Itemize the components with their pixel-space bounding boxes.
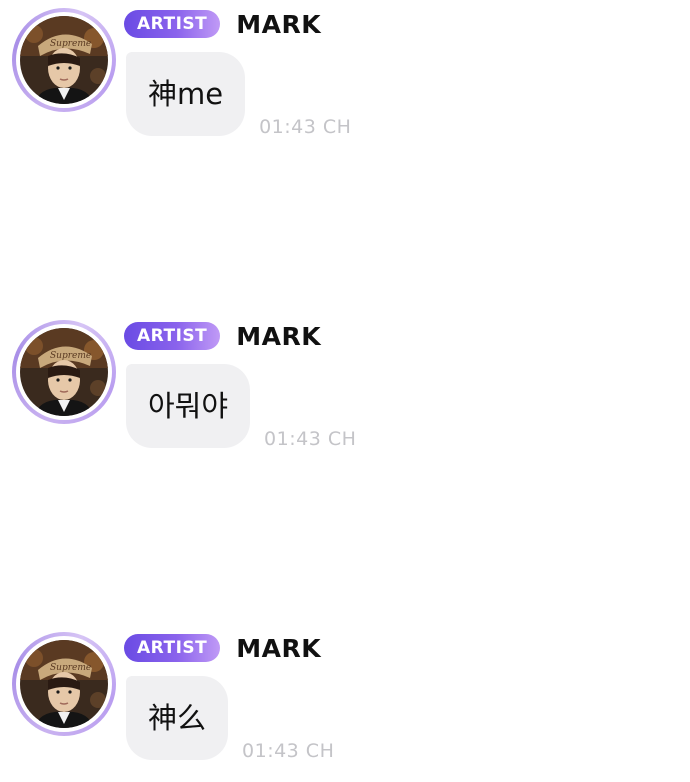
message-bubble[interactable]: 神me xyxy=(126,52,246,136)
chat-message: ARTIST MARK 神me 01:43 CH xyxy=(0,0,690,140)
avatar-photo-icon xyxy=(20,16,108,104)
message-timestamp: 01:43 CH xyxy=(259,116,352,138)
artist-badge: ARTIST xyxy=(124,634,221,662)
message-timestamp: 01:43 CH xyxy=(264,428,357,450)
artist-badge: ARTIST xyxy=(124,10,221,38)
bubble-row: 아뭐야 01:43 CH xyxy=(126,364,357,450)
avatar-photo-icon xyxy=(20,640,108,728)
sender-name: MARK xyxy=(236,321,322,351)
message-timestamp: 01:43 CH xyxy=(242,740,335,762)
message-bubble[interactable]: 아뭐야 xyxy=(126,364,251,448)
sender-name: MARK xyxy=(236,633,322,663)
bubble-row: 神me 01:43 CH xyxy=(126,52,352,138)
bubble-row: 神么 01:43 CH xyxy=(126,676,335,762)
sender-name: MARK xyxy=(236,9,322,39)
avatar[interactable] xyxy=(16,324,112,420)
chat-message: ARTIST MARK 아뭐야 01:43 CH xyxy=(0,312,690,452)
message-bubble[interactable]: 神么 xyxy=(126,676,229,760)
message-header: ARTIST MARK xyxy=(124,321,321,351)
artist-badge: ARTIST xyxy=(124,322,221,350)
chat-message: ARTIST MARK 神么 01:43 CH xyxy=(0,624,690,764)
message-header: ARTIST MARK xyxy=(124,633,321,663)
avatar-ring[interactable] xyxy=(12,632,116,736)
avatar[interactable] xyxy=(16,12,112,108)
avatar-ring[interactable] xyxy=(12,8,116,112)
avatar-ring[interactable] xyxy=(12,320,116,424)
message-header: ARTIST MARK xyxy=(124,9,321,39)
avatar[interactable] xyxy=(16,636,112,732)
avatar-photo-icon xyxy=(20,328,108,416)
